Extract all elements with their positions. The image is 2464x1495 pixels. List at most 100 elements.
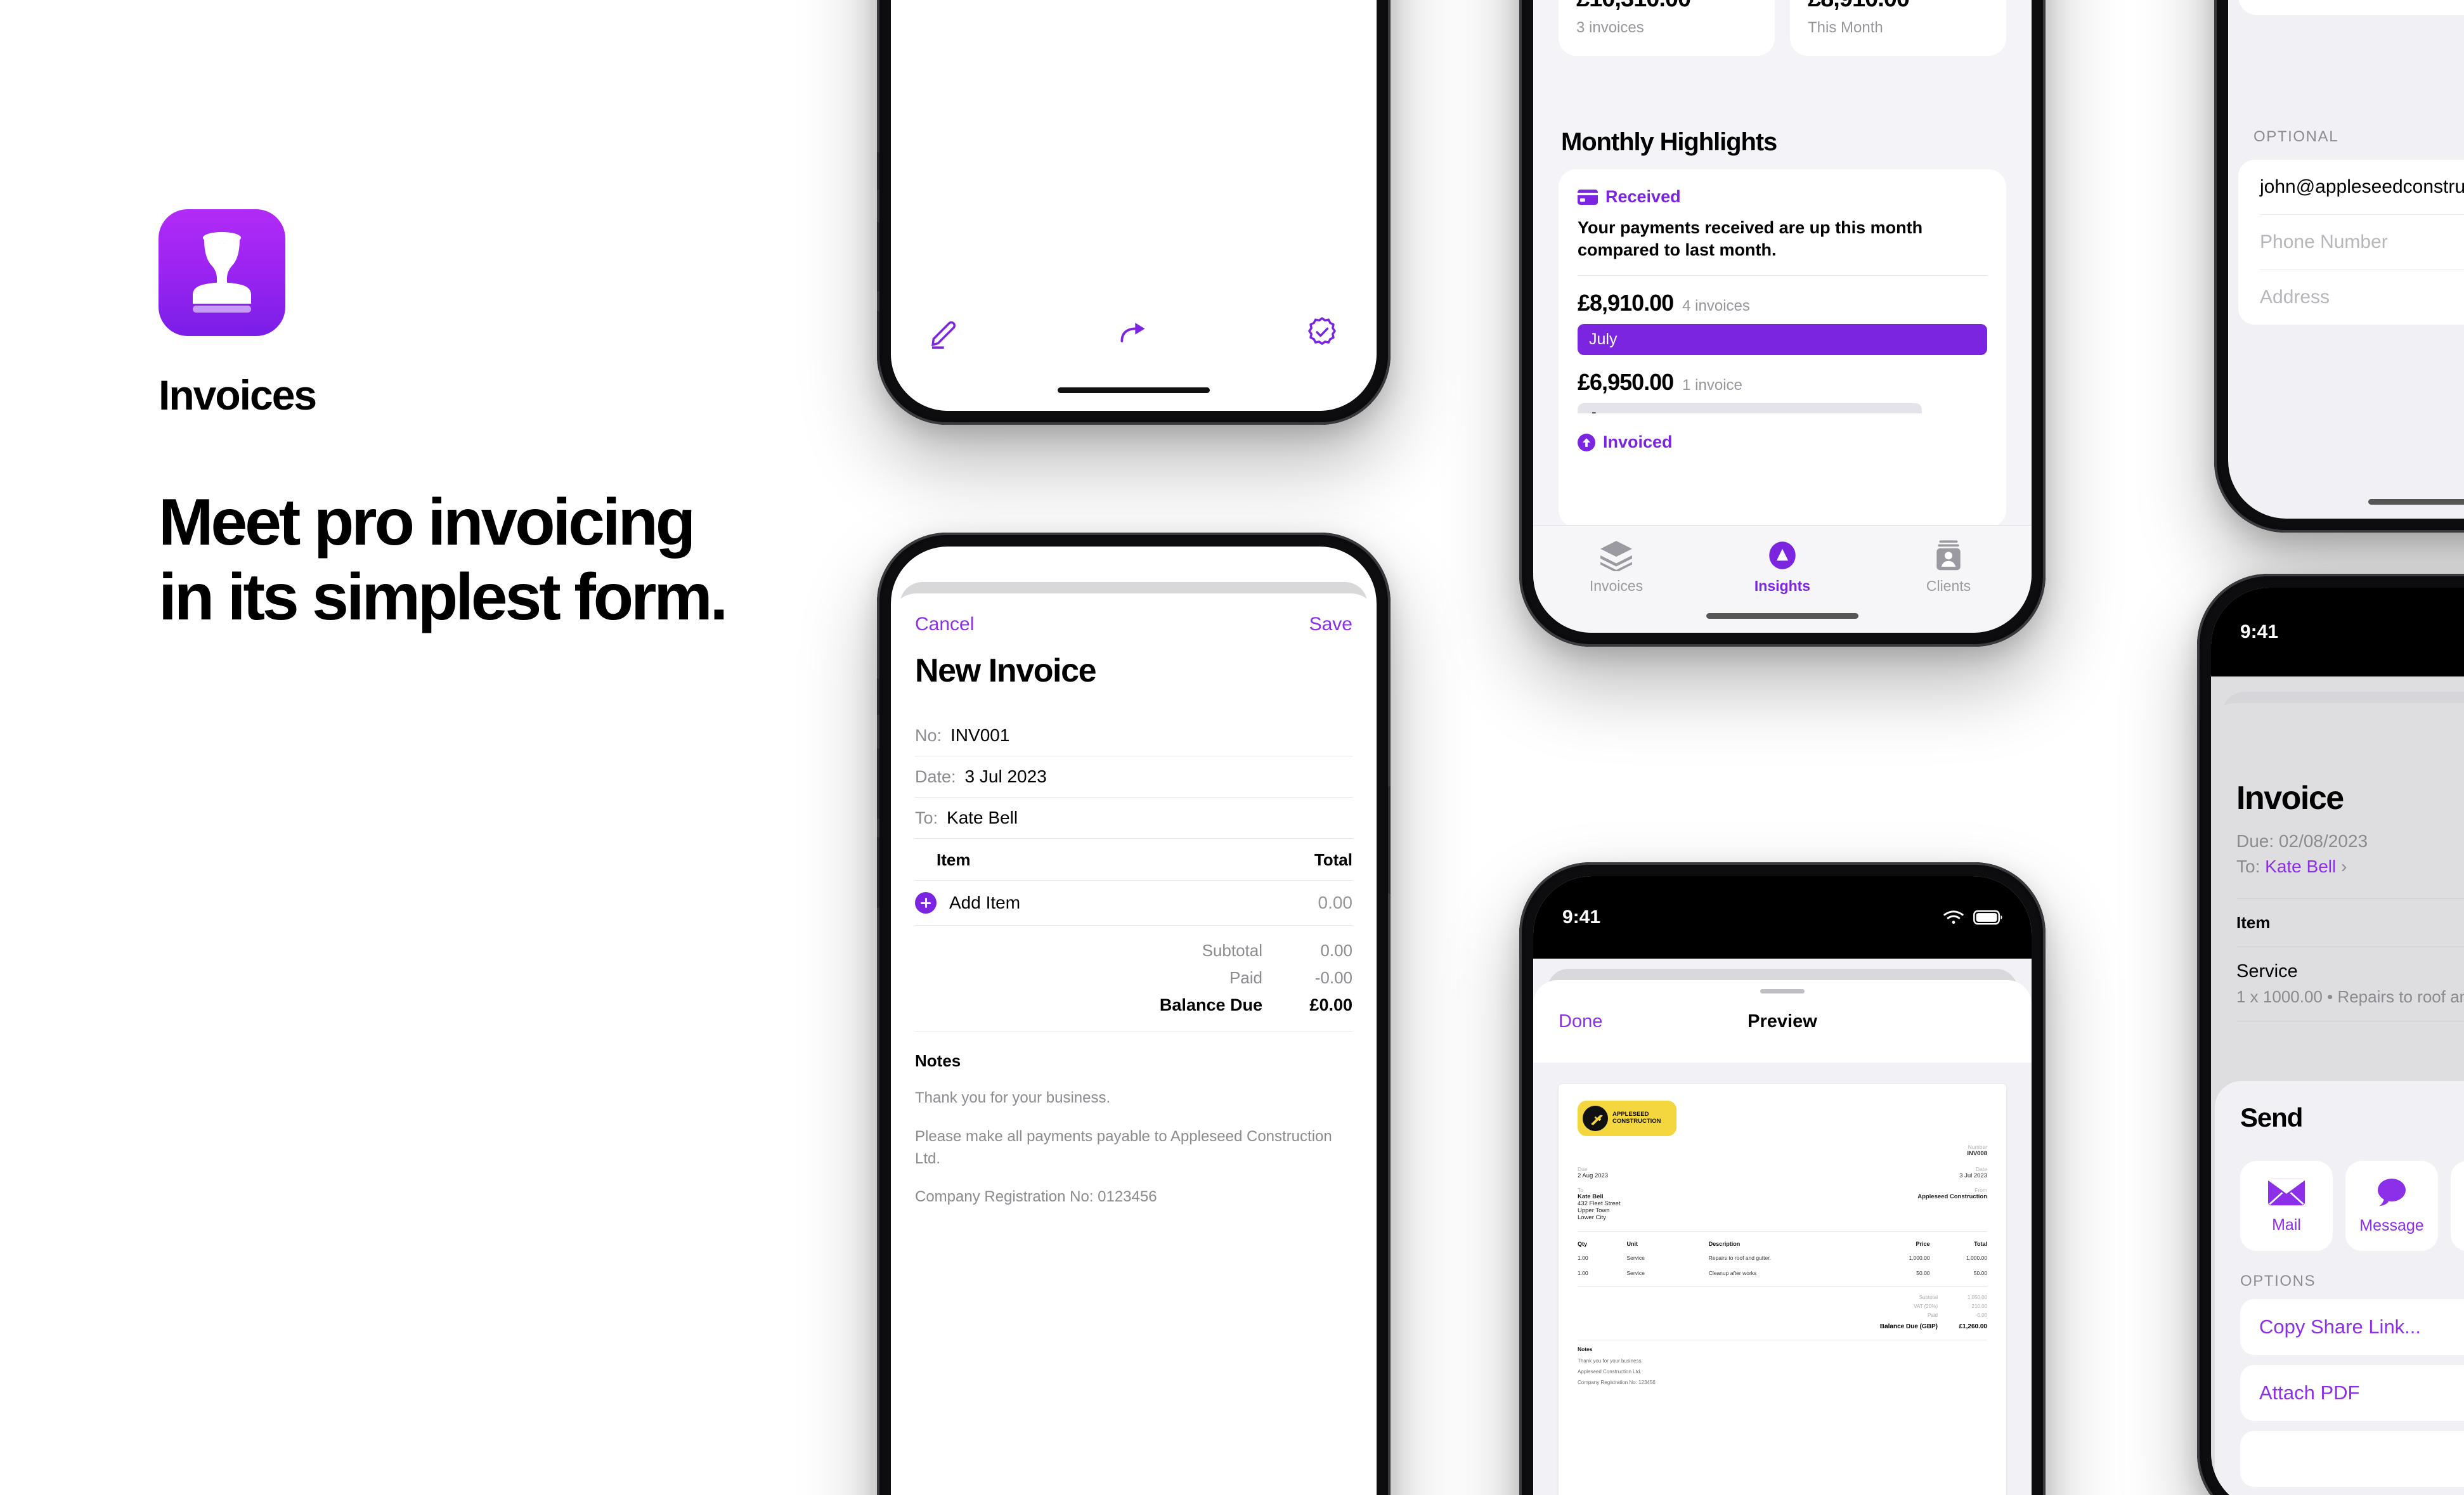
invoice-document: APPLESEED CONSTRUCTION Number INV008 Due… bbox=[1559, 1084, 2006, 1495]
notes-heading: Notes bbox=[915, 1051, 961, 1070]
cell-description: Repairs to roof and gutter. bbox=[1708, 1255, 1771, 1261]
field-number[interactable]: No: INV001 bbox=[915, 715, 1352, 756]
col-unit: Unit bbox=[1626, 1241, 1638, 1247]
tab-clients[interactable]: Clients bbox=[1865, 540, 2032, 595]
save-button[interactable]: Save bbox=[1309, 614, 1352, 635]
col-description: Description bbox=[1708, 1241, 1741, 1247]
preview-navbar: Done Preview bbox=[1533, 993, 2032, 1051]
power-button[interactable] bbox=[1388, 786, 1391, 894]
share-target-more[interactable] bbox=[2451, 1161, 2464, 1251]
screen-new-invoice: 9:41 Cancel Save New Invoice No: INV001 … bbox=[891, 547, 1377, 1495]
wifi-icon bbox=[1943, 910, 1964, 924]
item-name: Service bbox=[2236, 961, 2298, 981]
mark-paid-icon[interactable] bbox=[1304, 314, 1340, 350]
highlight-description: Your payments received are up this month… bbox=[1578, 218, 1923, 260]
to-address-line: 432 Fleet Street bbox=[1578, 1200, 1621, 1207]
field-recipient[interactable]: To: Kate Bell bbox=[915, 798, 1352, 838]
invoice-detail-toolbar bbox=[928, 314, 1340, 350]
doc-notes-line: Thank you for your business. bbox=[1578, 1357, 1643, 1364]
to-label: To bbox=[1578, 1187, 1583, 1193]
doc-total-label: Paid bbox=[1927, 1312, 1938, 1318]
status-bar: 9:41 bbox=[2211, 588, 2464, 676]
email-field[interactable]: john@appleseedconstru bbox=[2260, 160, 2464, 214]
screen-invoice-detail: Balance Due £1,260.00 Notes Thank you fo… bbox=[891, 0, 1377, 411]
phone-field[interactable]: Phone Number bbox=[2260, 215, 2464, 269]
invoice-recipient[interactable]: To: Kate Bell › bbox=[2236, 857, 2464, 877]
field-label: To: bbox=[915, 808, 938, 827]
edit-icon[interactable] bbox=[928, 314, 963, 350]
preview-title: Preview bbox=[1747, 1011, 1817, 1032]
field-value: 3 Jul 2023 bbox=[964, 767, 1047, 786]
doc-total-label: VAT (20%) bbox=[1914, 1303, 1938, 1309]
date-value: 3 Jul 2023 bbox=[1959, 1172, 1987, 1179]
item-table-header: Item Total bbox=[915, 839, 1352, 880]
total-row: Paid -0.00 bbox=[915, 964, 1352, 992]
volume-up-button[interactable] bbox=[877, 222, 879, 292]
bar-count: 1 invoice bbox=[1682, 377, 1742, 394]
battery-icon bbox=[1973, 910, 2002, 925]
tab-insights[interactable]: Insights bbox=[1699, 540, 1865, 595]
cell-qty: 1.00 bbox=[1578, 1255, 1588, 1261]
contact-card-icon bbox=[1936, 540, 1961, 571]
volume-down-button[interactable] bbox=[877, 311, 879, 380]
phone-insights: Unpaid £10,310.00 3 invoices Paid £8,910… bbox=[1519, 0, 2046, 647]
doc-total-value: 210.00 bbox=[1971, 1303, 1987, 1309]
screen-insights: Unpaid £10,310.00 3 invoices Paid £8,910… bbox=[1533, 0, 2032, 633]
item-sub: 1 x 1000.00 • Repairs to roof an bbox=[2236, 987, 2464, 1006]
field-date[interactable]: Date: 3 Jul 2023 bbox=[915, 756, 1352, 797]
cell-total: 1,000.00 bbox=[1966, 1255, 1987, 1261]
highlight-label: Received bbox=[1605, 187, 1681, 206]
doc-total-row: Subtotal 1,050.00 bbox=[1578, 1293, 1987, 1302]
screen-business-settings: APPLESEED CONSTRUCTION OPTIONAL john@app… bbox=[2228, 0, 2464, 519]
doc-notes-line: Appleseed Construction Ltd. bbox=[1578, 1368, 1642, 1375]
total-row: Subtotal 0.00 bbox=[915, 937, 1352, 964]
to-address-line: Lower City bbox=[1578, 1214, 1606, 1221]
logo-line2: CONSTRUCTION bbox=[1612, 1118, 1661, 1125]
tab-invoices[interactable]: Invoices bbox=[1533, 540, 1699, 595]
share-target-mail[interactable]: Mail bbox=[2240, 1161, 2333, 1251]
total-label: Balance Due bbox=[1159, 995, 1262, 1014]
home-indicator bbox=[1058, 387, 1210, 393]
due-label: Due bbox=[1578, 1166, 1588, 1172]
cancel-button[interactable]: Cancel bbox=[915, 614, 974, 635]
invoice-detail-sheet: Balance Due £1,260.00 Notes Thank you fo… bbox=[891, 0, 1377, 411]
volume-down-button[interactable] bbox=[877, 837, 879, 908]
logo-card[interactable]: APPLESEED CONSTRUCTION bbox=[2238, 0, 2464, 15]
optional-section-label: OPTIONAL bbox=[2253, 128, 2339, 145]
number-label: Number bbox=[1968, 1144, 1987, 1150]
new-invoice-sheet: Cancel Save New Invoice No: INV001 Date:… bbox=[891, 593, 1377, 1495]
phone-business-settings: APPLESEED CONSTRUCTION OPTIONAL john@app… bbox=[2214, 0, 2464, 533]
invoice-title: Invoice bbox=[2236, 780, 2344, 817]
bar-july: July bbox=[1578, 324, 1987, 356]
add-item-value: 0.00 bbox=[1318, 893, 1353, 912]
number-value: INV008 bbox=[1967, 1150, 1987, 1157]
triangle-icon bbox=[1769, 541, 1796, 569]
invoice-due: Due: 02/08/2023 bbox=[2236, 831, 2368, 851]
share-target-message[interactable]: Message bbox=[2345, 1161, 2438, 1251]
mute-switch[interactable] bbox=[877, 678, 879, 715]
arrow-up-icon bbox=[1578, 433, 1595, 451]
stat-card-paid[interactable]: Paid £8,910.00 This Month bbox=[1790, 0, 2006, 56]
volume-up-button[interactable] bbox=[877, 748, 879, 819]
mute-switch[interactable] bbox=[877, 152, 879, 190]
marketing-column: Invoices Meet pro invoicing in its simpl… bbox=[159, 209, 824, 635]
attach-pdf-button[interactable]: Attach PDF bbox=[2240, 1365, 2464, 1421]
notes-line: Thank you for your business. bbox=[915, 1089, 1111, 1106]
stack-icon bbox=[1600, 541, 1632, 571]
tab-label: Invoices bbox=[1589, 578, 1644, 594]
sheet-grabber[interactable] bbox=[1760, 989, 1805, 993]
stat-card-unpaid[interactable]: Unpaid £10,310.00 3 invoices bbox=[1559, 0, 1775, 56]
chevron-right-icon: › bbox=[2341, 857, 2347, 876]
add-item-button[interactable]: Add Item 0.00 bbox=[915, 881, 1352, 925]
highlight-card-invoiced[interactable]: Invoiced bbox=[1559, 413, 2006, 527]
to-name: Kate Bell bbox=[2265, 857, 2337, 876]
share-icon[interactable] bbox=[1116, 314, 1151, 350]
screen-preview: 9:41 Done Preview APPLESEED CONSTRUCTION… bbox=[1533, 876, 2032, 1495]
extra-option-row[interactable]: . bbox=[2240, 1431, 2464, 1487]
address-field[interactable]: Address bbox=[2260, 270, 2464, 325]
app-icon bbox=[159, 209, 285, 336]
copy-share-link-button[interactable]: Copy Share Link... bbox=[2240, 1299, 2464, 1355]
total-label: Paid bbox=[1229, 968, 1262, 987]
field-label: Date: bbox=[915, 767, 956, 786]
tab-label: Clients bbox=[1926, 578, 1971, 594]
